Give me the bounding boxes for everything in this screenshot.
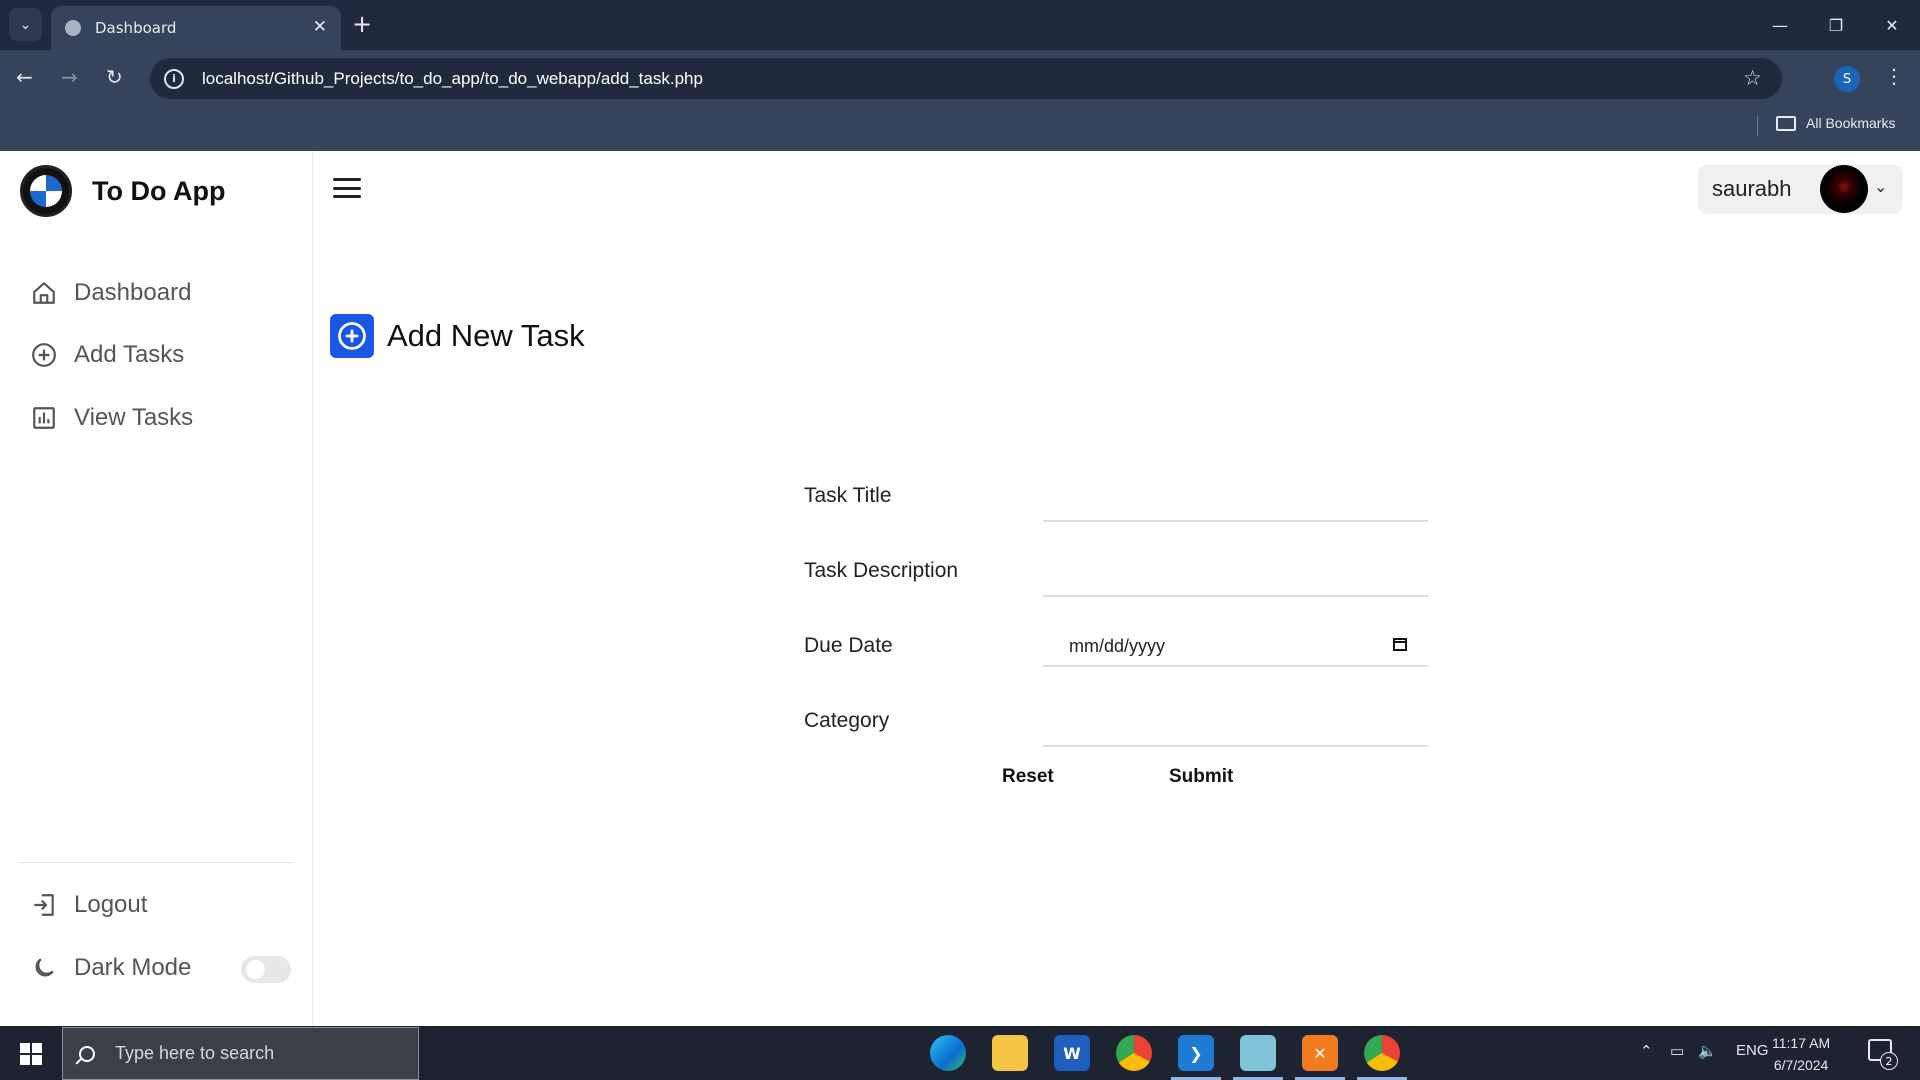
due-date-input[interactable]: mm/dd/yyyy bbox=[1043, 627, 1428, 667]
notepad-icon[interactable] bbox=[1233, 1035, 1283, 1080]
globe-icon bbox=[65, 20, 81, 36]
add-circle-icon bbox=[330, 314, 374, 358]
sidebar-item-add-tasks[interactable]: Add Tasks bbox=[30, 341, 184, 369]
menu-toggle-icon[interactable] bbox=[333, 178, 361, 198]
sidebar: To Do App Dashboard Add Tasks View Tasks… bbox=[0, 151, 313, 1026]
chrome-icon[interactable] bbox=[1116, 1035, 1152, 1071]
sidebar-item-label: View Tasks bbox=[74, 404, 194, 431]
site-info-icon[interactable]: i bbox=[164, 68, 184, 89]
clock-date: 6/7/2024 bbox=[1773, 1057, 1829, 1073]
chrome-profile-icon[interactable] bbox=[1357, 1035, 1407, 1080]
browser-menu-icon[interactable]: ⋮ bbox=[1884, 64, 1904, 88]
reload-icon[interactable]: ↻ bbox=[106, 65, 123, 89]
url-text[interactable]: localhost/Github_Projects/to_do_app/to_d… bbox=[202, 69, 703, 89]
plus-circle-icon bbox=[30, 341, 58, 369]
address-bar[interactable]: i localhost/Github_Projects/to_do_app/to… bbox=[150, 58, 1782, 99]
task-description-input[interactable] bbox=[1043, 557, 1428, 597]
moon-icon bbox=[30, 954, 58, 982]
dark-mode-row: Dark Mode bbox=[30, 954, 191, 982]
window-controls: — ❐ ✕ bbox=[1752, 0, 1920, 50]
minimize-button[interactable]: — bbox=[1752, 0, 1808, 50]
bar-chart-icon bbox=[30, 404, 58, 432]
back-icon[interactable]: ← bbox=[16, 65, 33, 89]
dark-mode-label: Dark Mode bbox=[74, 954, 192, 981]
sidebar-item-dashboard[interactable]: Dashboard bbox=[30, 279, 191, 307]
taskbar-search-placeholder: Type here to search bbox=[115, 1043, 275, 1063]
task-title-label: Task Title bbox=[804, 484, 892, 507]
close-icon[interactable]: ✕ bbox=[313, 17, 327, 37]
browser-profile-avatar[interactable]: S bbox=[1834, 66, 1860, 92]
tab-dashboard[interactable]: Dashboard ✕ bbox=[51, 6, 341, 50]
restore-button[interactable]: ❐ bbox=[1808, 0, 1864, 50]
battery-icon[interactable]: ▭ bbox=[1670, 1042, 1684, 1060]
clock[interactable]: 11:17 AM 6/7/2024 bbox=[1772, 1032, 1830, 1076]
task-description-label: Task Description bbox=[804, 559, 959, 582]
submit-button[interactable]: Submit bbox=[1169, 766, 1233, 788]
user-name: saurabh bbox=[1712, 176, 1792, 201]
due-date-label: Due Date bbox=[804, 634, 893, 657]
brand[interactable]: To Do App bbox=[20, 165, 225, 217]
taskbar-search[interactable]: Type here to search bbox=[62, 1027, 419, 1080]
page-header: Add New Task bbox=[330, 314, 585, 358]
bookmarks-bar: All Bookmarks bbox=[0, 108, 1920, 151]
page-title: Add New Task bbox=[387, 318, 585, 353]
sidebar-divider bbox=[18, 862, 294, 863]
all-bookmarks-button[interactable]: All Bookmarks bbox=[1776, 115, 1895, 131]
logout-icon bbox=[30, 891, 58, 919]
reset-button[interactable]: Reset bbox=[1002, 766, 1054, 788]
home-icon bbox=[30, 279, 58, 307]
windows-start-icon[interactable] bbox=[20, 1043, 42, 1065]
due-date-placeholder: mm/dd/yyyy bbox=[1069, 635, 1166, 656]
browser-tab-bar: ⌄ Dashboard ✕ + — ❐ ✕ bbox=[0, 0, 1920, 50]
sidebar-item-view-tasks[interactable]: View Tasks bbox=[30, 404, 193, 432]
language-indicator[interactable]: ENG bbox=[1736, 1042, 1769, 1059]
calendar-icon[interactable] bbox=[1392, 636, 1408, 657]
bookmark-star-icon[interactable]: ☆ bbox=[1743, 66, 1762, 90]
tab-search-button[interactable]: ⌄ bbox=[9, 8, 42, 41]
browser-toolbar: ← → ↻ i localhost/Github_Projects/to_do_… bbox=[0, 50, 1920, 108]
forward-icon[interactable]: → bbox=[61, 65, 78, 89]
new-tab-button[interactable]: + bbox=[352, 10, 372, 38]
clock-time: 11:17 AM bbox=[1772, 1035, 1831, 1051]
tab-title: Dashboard bbox=[95, 19, 177, 37]
logout-label: Logout bbox=[74, 891, 148, 918]
folder-icon bbox=[1776, 115, 1796, 131]
toggle-knob bbox=[246, 960, 265, 979]
logo-icon bbox=[20, 165, 72, 217]
dark-mode-toggle[interactable] bbox=[241, 956, 291, 983]
close-window-button[interactable]: ✕ bbox=[1864, 0, 1920, 50]
notification-badge: 2 bbox=[1880, 1052, 1898, 1070]
xampp-icon[interactable]: ✕ bbox=[1295, 1035, 1345, 1080]
category-label: Category bbox=[804, 709, 890, 732]
all-bookmarks-label: All Bookmarks bbox=[1806, 115, 1896, 131]
volume-icon[interactable]: 🔈 bbox=[1698, 1042, 1717, 1060]
word-icon[interactable]: W bbox=[1054, 1035, 1090, 1071]
search-icon bbox=[79, 1045, 95, 1062]
file-explorer-icon[interactable] bbox=[992, 1035, 1028, 1071]
avatar bbox=[1820, 165, 1868, 213]
bookmarks-separator bbox=[1757, 116, 1758, 136]
brand-name: To Do App bbox=[92, 175, 226, 206]
logout-button[interactable]: Logout bbox=[30, 891, 147, 919]
taskbar: Type here to search W ❯ ✕ ⌃ ▭ 🔈 ENG 11:1… bbox=[0, 1026, 1920, 1080]
edge-icon[interactable] bbox=[930, 1035, 966, 1071]
user-menu[interactable]: saurabh ⌄ bbox=[1698, 164, 1903, 214]
task-title-input[interactable] bbox=[1043, 482, 1428, 522]
sidebar-item-label: Dashboard bbox=[74, 279, 192, 306]
category-input[interactable] bbox=[1043, 707, 1428, 747]
vscode-icon[interactable]: ❯ bbox=[1171, 1035, 1221, 1080]
chevron-down-icon: ⌄ bbox=[1874, 177, 1888, 196]
sidebar-item-label: Add Tasks bbox=[74, 341, 185, 368]
chevron-up-icon[interactable]: ⌃ bbox=[1640, 1042, 1653, 1060]
